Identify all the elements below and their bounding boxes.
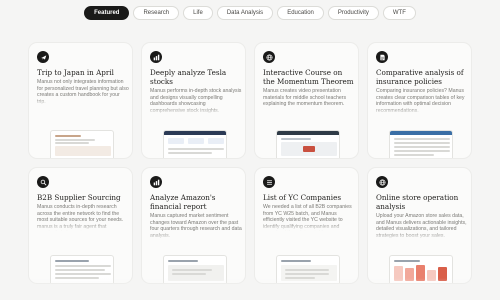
globe-icon [376,176,388,188]
card-description: Manus creates video presentation materia… [263,88,355,115]
chart-icon [150,51,162,63]
list-icon [263,176,275,188]
card-description: We needed a list of all B2B companies fr… [263,204,355,231]
tab-featured[interactable]: Featured [84,6,130,20]
card-preview-image [163,255,227,283]
card-title: Comparative analysis of insurance polici… [376,68,464,86]
card-preview-image [276,255,340,283]
card-title: Trip to Japan in April [37,68,114,77]
category-tabs: Featured Research Life Data Analysis Edu… [0,6,500,20]
use-case-card[interactable]: Trip to Japan in April Manus not only in… [28,42,133,159]
use-case-card[interactable]: Analyze Amazon's financial report Manus … [141,167,246,284]
use-case-card[interactable]: List of YC Companies We needed a list of… [254,167,359,284]
card-description: Comparing insurance policies? Manus crea… [376,88,468,115]
card-title: Deeply analyze Tesla stocks [150,68,227,86]
card-preview-image [163,130,227,158]
use-case-card[interactable]: Online store operation analysis Upload y… [367,167,472,284]
card-description: Upload your Amazon store sales data, and… [376,213,468,240]
tab-research[interactable]: Research [133,6,180,20]
airplane-icon [37,51,49,63]
globe-icon [263,51,275,63]
tab-data-analysis[interactable]: Data Analysis [216,6,274,20]
use-case-card[interactable]: Comparative analysis of insurance polici… [367,42,472,159]
card-preview-image [50,255,114,283]
card-description: Manus performs in-depth stock analysis a… [150,88,242,115]
tab-education[interactable]: Education [277,6,324,20]
card-title: Interactive Course on the Momentum Theor… [263,68,354,86]
tab-wtf[interactable]: WTF [382,6,416,20]
use-case-card[interactable]: Deeply analyze Tesla stocks Manus perfor… [141,42,246,159]
card-preview-image [50,130,114,158]
card-preview-image [276,130,340,158]
tab-productivity[interactable]: Productivity [327,6,379,20]
use-case-grid: Trip to Japan in April Manus not only in… [28,42,472,284]
card-description: Manus conducts in-depth research across … [37,204,129,231]
use-case-card[interactable]: B2B Supplier Sourcing Manus conducts in-… [28,167,133,284]
card-preview-image [389,130,453,158]
card-title: B2B Supplier Sourcing [37,193,121,202]
card-title: Online store operation analysis [376,193,459,211]
tab-life[interactable]: Life [183,6,213,20]
use-case-card[interactable]: Interactive Course on the Momentum Theor… [254,42,359,159]
search-icon [37,176,49,188]
card-preview-image [389,255,453,283]
document-icon [376,51,388,63]
card-description: Manus not only integrates information fo… [37,79,129,106]
card-title: List of YC Companies [263,193,342,202]
card-title: Analyze Amazon's financial report [150,193,216,211]
card-description: Manus captured market sentiment changes … [150,213,242,240]
chart-icon [150,176,162,188]
